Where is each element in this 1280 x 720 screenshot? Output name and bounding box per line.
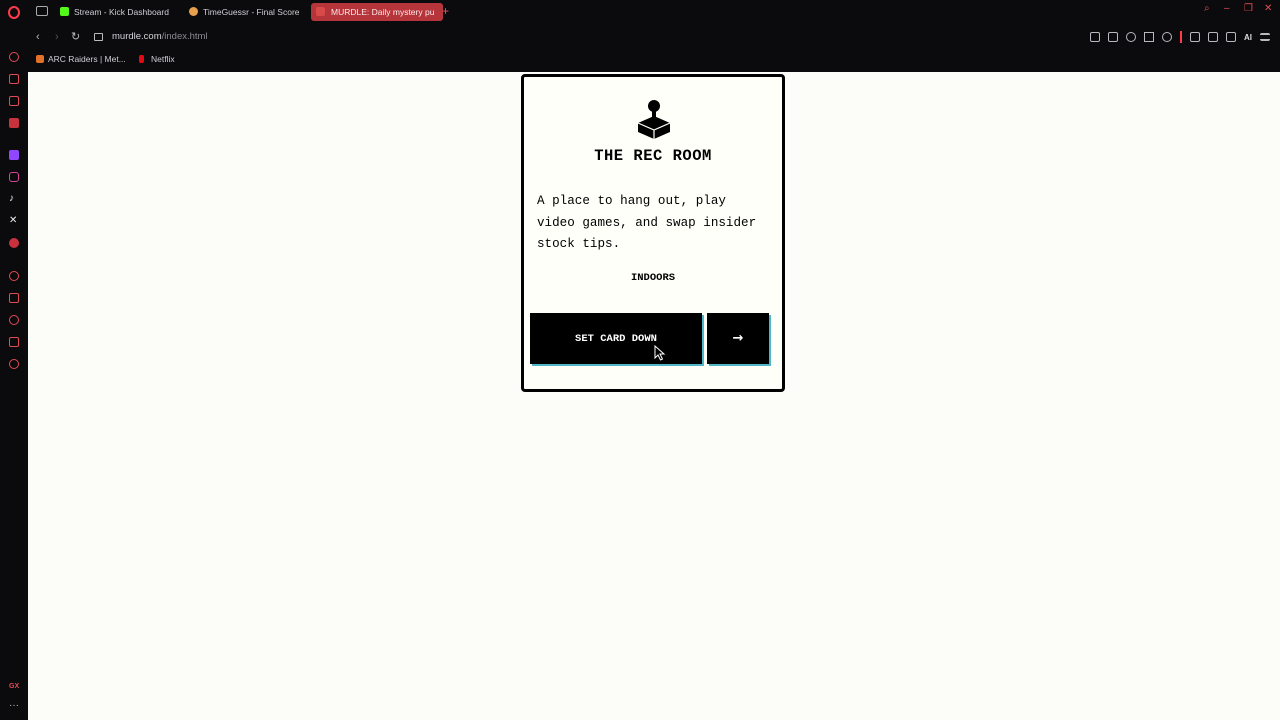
speed-dial-icon[interactable] <box>9 52 19 62</box>
snapshot-icon[interactable] <box>1108 32 1118 42</box>
address-bar: ‹ › ↻ murdle.com/index.html AI <box>0 26 1280 50</box>
bookmark-netflix[interactable]: Netflix <box>139 54 175 64</box>
tab-kick[interactable]: Stream - Kick Dashboard <box>60 3 192 21</box>
page-viewport: THE REC ROOM A place to hang out, play v… <box>28 72 1280 720</box>
search-icon[interactable]: ⌕ <box>1204 4 1214 14</box>
card-title: THE REC ROOM <box>594 147 712 165</box>
workspaces-icon[interactable] <box>36 6 48 16</box>
news-icon[interactable] <box>9 96 19 106</box>
shopping-bag-icon[interactable] <box>9 74 19 84</box>
next-card-button[interactable]: → <box>707 313 769 364</box>
netflix-favicon-icon <box>139 55 144 63</box>
murdle-favicon-icon <box>316 7 325 16</box>
tab-label: TimeGuessr - Final Score <box>203 7 300 17</box>
mouse-cursor-icon <box>654 345 666 361</box>
back-icon[interactable]: ‹ <box>36 31 40 43</box>
restore-icon[interactable]: ❐ <box>1244 4 1254 14</box>
minimize-icon[interactable]: – <box>1224 4 1234 14</box>
player-sidebar-icon[interactable] <box>9 271 19 281</box>
tab-murdle[interactable]: MURDLE: Daily mystery pu <box>311 3 443 21</box>
twitch-icon[interactable] <box>9 150 19 160</box>
browser-menu-icon[interactable] <box>8 6 20 19</box>
menu-icon[interactable] <box>1260 33 1270 41</box>
settings-icon[interactable] <box>9 359 19 369</box>
kick-favicon-icon <box>60 7 69 16</box>
music-icon[interactable] <box>9 238 19 248</box>
location-type-tag: INDOORS <box>630 272 676 284</box>
close-icon[interactable]: ✕ <box>1264 4 1274 14</box>
ai-button[interactable]: AI <box>1244 33 1252 42</box>
extensions-icon[interactable] <box>1190 32 1200 42</box>
location-card: THE REC ROOM A place to hang out, play v… <box>521 74 785 392</box>
x-twitter-icon[interactable]: ✕ <box>9 216 19 226</box>
toolbar-separator <box>1180 31 1182 43</box>
timeguessr-favicon-icon <box>189 7 198 16</box>
new-tab-button[interactable]: + <box>442 5 449 17</box>
tab-label: Stream - Kick Dashboard <box>74 7 169 17</box>
url-host: murdle.com <box>112 31 162 42</box>
bookmark-label: Netflix <box>151 54 175 64</box>
tab-strip: Stream - Kick Dashboard TimeGuessr - Fin… <box>0 0 1280 24</box>
profile-icon[interactable] <box>1208 32 1218 42</box>
reload-icon[interactable]: ↻ <box>71 31 80 43</box>
shield-icon[interactable] <box>1126 32 1136 42</box>
url-path: /index.html <box>161 31 208 42</box>
instagram-icon[interactable] <box>9 172 19 182</box>
extensions-sidebar-icon[interactable] <box>9 337 19 347</box>
forward-icon[interactable]: › <box>55 31 59 43</box>
mail-icon[interactable] <box>9 118 19 128</box>
gx-corner-icon[interactable]: GX <box>9 682 19 692</box>
rec-room-joystick-icon <box>637 100 671 139</box>
player-icon[interactable] <box>1144 32 1154 42</box>
toolbar-icons: AI <box>1090 31 1270 43</box>
tiktok-icon[interactable]: ♪ <box>9 194 19 204</box>
pinboard-icon[interactable] <box>9 293 19 303</box>
browser-sidebar: ♪ ✕ GX ··· <box>0 46 28 720</box>
download-icon[interactable] <box>1226 32 1236 42</box>
more-icon[interactable]: ··· <box>9 701 19 712</box>
window-controls: ⌕ – ❐ ✕ <box>1204 4 1274 14</box>
pin-icon[interactable] <box>1090 32 1100 42</box>
bookmark-arc-raiders[interactable]: ARC Raiders | Met... <box>36 54 126 64</box>
card-description: A place to hang out, play video games, a… <box>537 194 757 251</box>
set-card-down-button[interactable]: SET CARD DOWN <box>530 313 702 364</box>
bookmark-label: ARC Raiders | Met... <box>48 54 126 64</box>
heart-icon[interactable] <box>1162 32 1172 42</box>
lock-icon <box>94 33 103 41</box>
tab-timeguessr[interactable]: TimeGuessr - Final Score <box>189 3 321 21</box>
arc-raiders-favicon-icon <box>36 55 44 63</box>
url-field[interactable]: murdle.com/index.html <box>112 31 208 42</box>
tab-label: MURDLE: Daily mystery pu <box>331 7 435 17</box>
history-icon[interactable] <box>9 315 19 325</box>
